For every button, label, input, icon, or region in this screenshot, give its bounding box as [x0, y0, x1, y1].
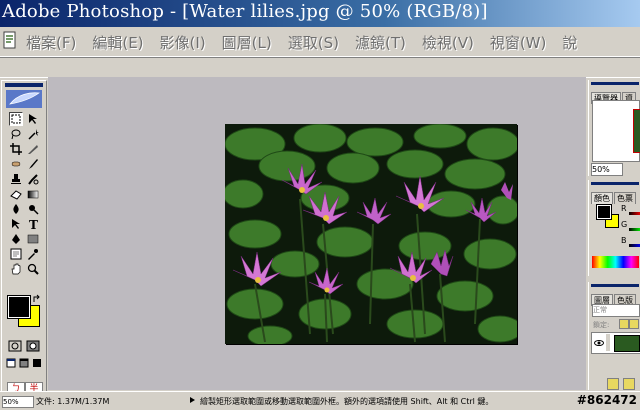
history-brush-tool-icon[interactable] — [26, 172, 40, 186]
navigator-tabs: 導覽器資 — [591, 86, 637, 104]
options-bar — [0, 57, 640, 78]
eraser-tool-icon[interactable] — [9, 187, 23, 201]
menu-item-8[interactable]: 說 — [562, 32, 577, 53]
slider-b[interactable] — [629, 244, 640, 247]
toolbox: T ㄅ 半 — [1, 80, 47, 398]
menu-item-7[interactable]: 視窗(W) — [490, 32, 547, 53]
title-bar: Adobe Photoshop - [Water lilies.jpg @ 50… — [0, 0, 640, 27]
menu-item-0[interactable]: 檔案(F) — [26, 32, 76, 53]
hand-tool-icon[interactable] — [9, 262, 23, 276]
new-layer-button[interactable] — [607, 378, 619, 390]
document-canvas[interactable] — [222, 123, 523, 347]
slice-tool-icon[interactable] — [26, 142, 40, 156]
screen-mode-full-icon[interactable] — [31, 357, 42, 368]
lock-label: 鎖定: — [593, 321, 610, 329]
tab-color[interactable]: 顏色 — [591, 192, 613, 204]
marquee-tool-icon[interactable] — [9, 112, 23, 126]
menu-bar: 檔案(F) 編輯(E) 影像(I) 圖層(L) 選取(S) 濾鏡(T) 檢視(V) 視窗(W)… — [0, 27, 640, 57]
slider-g[interactable] — [629, 228, 640, 231]
blend-mode-select[interactable]: 正常 — [592, 304, 640, 317]
menu-item-6[interactable]: 檢視(V) — [422, 32, 474, 53]
eyedropper-tool-icon[interactable] — [26, 247, 40, 261]
navigator-panel: 導覽器資 50% — [588, 80, 640, 176]
tab-swatches[interactable]: 色票 — [614, 192, 636, 204]
menu-item-5[interactable]: 濾鏡(T) — [355, 32, 406, 53]
status-menu-arrow-icon[interactable] — [190, 397, 195, 403]
layers-tabs: 圖層 色版 — [591, 288, 637, 306]
status-bar: 50% 文件: 1.37M/1.37M 繪製矩形選取範圍或移動選取範圍外框。額外… — [0, 391, 640, 410]
document-icon[interactable] — [3, 30, 17, 50]
clone-stamp-tool-icon[interactable] — [9, 172, 23, 186]
layer-row[interactable] — [591, 332, 640, 354]
menu-item-4[interactable]: 選取(S) — [288, 32, 339, 53]
standard-mode-icon[interactable] — [7, 339, 23, 353]
layer-thumbnail — [614, 335, 640, 352]
quick-mask-mode-icon[interactable] — [25, 339, 41, 353]
notes-tool-icon[interactable] — [9, 247, 23, 261]
rectangle-shape-tool-icon[interactable] — [26, 232, 40, 246]
window-title: Adobe Photoshop - [Water lilies.jpg @ 50… — [2, 1, 488, 22]
layers-panel: 圖層 色版 正常 鎖定: — [588, 282, 640, 390]
foreground-color-swatch[interactable] — [7, 295, 31, 319]
lock-image-checkbox[interactable] — [629, 319, 639, 329]
zoom-field[interactable]: 50% — [2, 396, 34, 408]
magic-wand-tool-icon[interactable] — [26, 127, 40, 141]
menu-items: 檔案(F) 編輯(E) 影像(I) 圖層(L) 選取(S) 濾鏡(T) 檢視(V) 視窗(W)… — [26, 32, 593, 53]
dodge-tool-icon[interactable] — [26, 202, 40, 216]
lock-transparency-checkbox[interactable] — [619, 319, 629, 329]
channel-label-b: B — [621, 236, 627, 245]
slider-r[interactable] — [629, 212, 640, 215]
channel-label-r: R — [621, 204, 627, 213]
navigator-view-box[interactable] — [633, 109, 640, 153]
document-size: 文件: 1.37M/1.37M — [36, 397, 110, 406]
blur-tool-icon[interactable] — [9, 202, 23, 216]
color-tabs: 顏色 色票 — [591, 186, 637, 204]
type-tool-label: T — [29, 218, 38, 230]
layer-link-cell[interactable] — [606, 334, 610, 351]
channel-label-g: G — [621, 220, 628, 229]
zoom-tool-icon[interactable] — [26, 262, 40, 276]
gradient-tool-icon[interactable] — [26, 187, 40, 201]
navigator-preview[interactable] — [592, 100, 640, 162]
color-panel-title-bar[interactable] — [591, 182, 639, 185]
tool-hint: 繪製矩形選取範圍或移動選取範圍外框。額外的選項請使用 Shift、Alt 和 C… — [200, 397, 494, 406]
type-tool-icon[interactable]: T — [26, 217, 40, 231]
menu-item-1[interactable]: 編輯(E) — [92, 32, 143, 53]
path-selection-tool-icon[interactable] — [9, 217, 23, 231]
menu-item-3[interactable]: 圖層(L) — [222, 32, 272, 53]
color-fg-swatch[interactable] — [596, 204, 612, 220]
color-panel: 顏色 色票 R G B — [588, 180, 640, 276]
toolbox-title-bar[interactable] — [5, 83, 43, 87]
delete-layer-button[interactable] — [623, 378, 635, 390]
healing-brush-tool-icon[interactable] — [9, 157, 23, 171]
color-ramp[interactable] — [592, 256, 639, 268]
pen-tool-icon[interactable] — [9, 232, 23, 246]
water-lilies-image — [222, 123, 523, 347]
menu-item-2[interactable]: 影像(I) — [160, 32, 206, 53]
lasso-tool-icon[interactable] — [9, 127, 23, 141]
screen-mode-standard-icon[interactable] — [5, 357, 16, 368]
swap-colors-icon[interactable] — [32, 294, 42, 304]
watermark: #862472 — [576, 393, 637, 407]
navigator-zoom-field[interactable]: 50% — [591, 163, 623, 176]
navigator-panel-title-bar[interactable] — [591, 82, 639, 85]
layers-panel-title-bar[interactable] — [591, 284, 639, 287]
eye-icon[interactable] — [594, 338, 604, 348]
brush-tool-icon[interactable] — [26, 157, 40, 171]
feather-logo-icon[interactable] — [6, 90, 42, 108]
move-tool-icon[interactable] — [26, 112, 40, 126]
crop-tool-icon[interactable] — [9, 142, 23, 156]
screen-mode-full-menu-icon[interactable] — [18, 357, 29, 368]
